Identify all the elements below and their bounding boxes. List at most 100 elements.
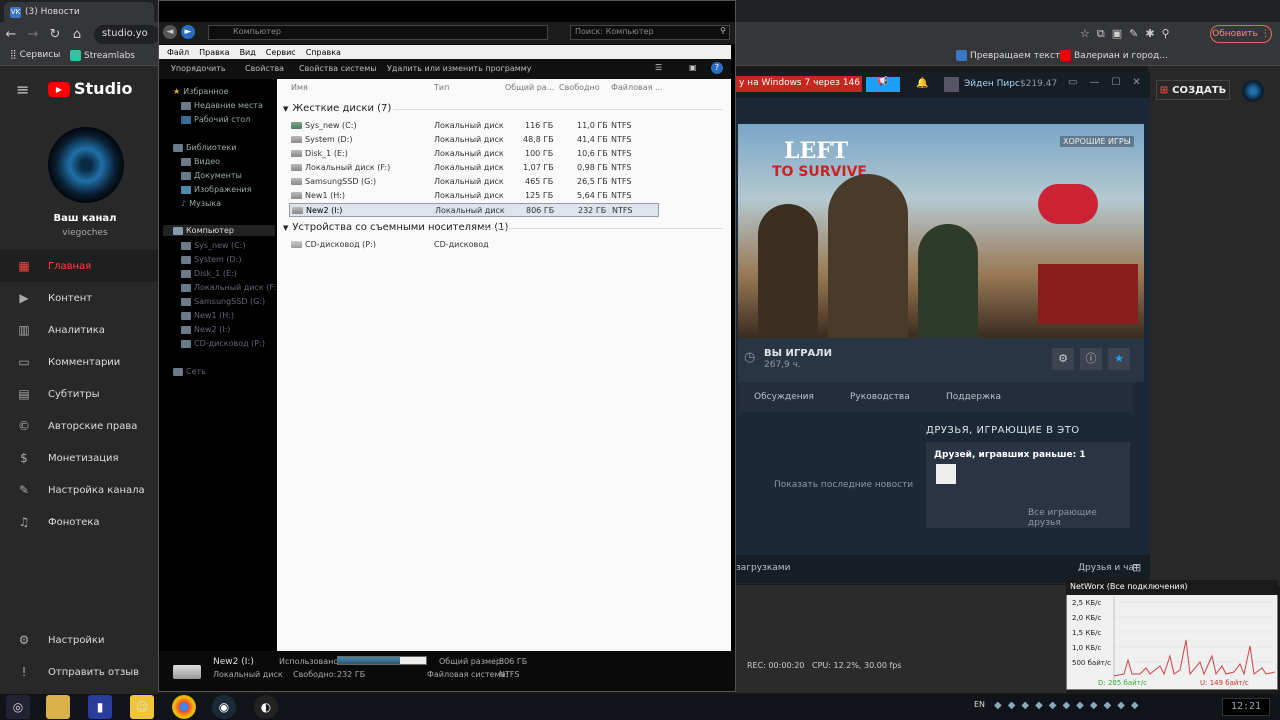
table-row[interactable]: SamsungSSD (G:) Локальный диск 465 ГБ 26,5 …: [289, 175, 659, 189]
nav-content[interactable]: ▶ Контент: [0, 282, 158, 314]
floppy-icon[interactable]: ▮: [88, 695, 112, 719]
tab-support[interactable]: Поддержка: [946, 392, 1001, 402]
show-news-link[interactable]: Показать последние новости: [774, 480, 913, 490]
info-icon[interactable]: ⓘ: [1080, 348, 1102, 370]
steam-user-avatar[interactable]: [944, 77, 959, 92]
nav-drive[interactable]: New2 (I:): [181, 325, 230, 334]
cmd-uninstall[interactable]: Удалить или изменить программу: [387, 64, 532, 73]
menu-help[interactable]: Справка: [306, 48, 341, 57]
chrome-icon[interactable]: [172, 695, 196, 719]
forward-icon[interactable]: →: [22, 27, 44, 42]
bell-icon[interactable]: 🔔: [916, 78, 928, 89]
nav-monetization[interactable]: $ Монетизация: [0, 442, 158, 474]
tab-guides[interactable]: Руководства: [850, 392, 910, 402]
nav-subtitles[interactable]: ▤ Субтитры: [0, 378, 158, 410]
steam-promo-banner[interactable]: у на Windows 7 через 146 дн.: [736, 76, 862, 92]
star-icon[interactable]: ★: [1108, 348, 1130, 370]
col-free[interactable]: Свободно: [559, 83, 600, 92]
nav-music[interactable]: ♪ Музыка: [181, 199, 221, 208]
menu-edit[interactable]: Правка: [199, 48, 229, 57]
downloads-label[interactable]: загрузками: [736, 563, 790, 573]
extension-icons[interactable]: ☆⧉▣✎✱⚲: [1080, 27, 1177, 41]
home-icon[interactable]: ⌂: [66, 27, 88, 42]
table-row[interactable]: System (D:) Локальный диск 48,8 ГБ 41,4 ГБ N…: [289, 133, 659, 147]
col-total[interactable]: Общий ра...: [505, 83, 554, 92]
steam-icon[interactable]: ◉: [212, 695, 236, 719]
back-icon[interactable]: ◄: [163, 25, 177, 39]
chrome-tab[interactable]: VK (3) Новости: [4, 2, 154, 22]
col-fs[interactable]: Файловая ...: [611, 83, 663, 92]
table-row-selected[interactable]: New2 (I:) Локальный диск 806 ГБ 232 ГБ NTFS: [289, 203, 659, 217]
view-options-icon[interactable]: ☰: [655, 63, 662, 72]
all-friends-link[interactable]: Все играющие друзья: [1028, 508, 1130, 528]
nav-drive[interactable]: SamsungSSD (G:): [181, 297, 265, 306]
friend-avatar[interactable]: [936, 464, 956, 484]
bookmark-text[interactable]: Превращаем текст...: [956, 50, 1069, 61]
nav-pictures[interactable]: Изображения: [181, 185, 251, 194]
reload-icon[interactable]: ↻: [44, 27, 66, 42]
nav-analytics[interactable]: ▥ Аналитика: [0, 314, 158, 346]
table-row[interactable]: Локальный диск (F:) Локальный диск 1,07 ГБ…: [289, 161, 659, 175]
bookmark-valerian[interactable]: Валериан и город...: [1060, 50, 1168, 61]
window-controls[interactable]: ▭—☐✕: [1068, 77, 1153, 88]
nav-drive[interactable]: New1 (H:): [181, 311, 234, 320]
tab-discussions[interactable]: Обсуждения: [754, 392, 814, 402]
forward-icon[interactable]: ►: [181, 25, 195, 39]
nav-network[interactable]: Сеть: [173, 367, 206, 376]
nav-recent[interactable]: Недавние места: [181, 101, 263, 110]
nav-dashboard[interactable]: ▦ Главная: [0, 250, 158, 282]
cmd-organize[interactable]: Упорядочить: [171, 64, 226, 73]
start-icon[interactable]: ◎: [6, 695, 30, 719]
channel-avatar[interactable]: [48, 127, 124, 203]
back-icon[interactable]: ←: [0, 27, 22, 42]
group-removable[interactable]: ▼ Устройства со съемными носителями (1): [283, 222, 723, 233]
nav-drive[interactable]: System (D:): [181, 255, 241, 264]
nav-video[interactable]: Видео: [181, 157, 220, 166]
gear-icon[interactable]: ⚙: [1052, 348, 1074, 370]
table-row[interactable]: Sys_new (C:) Локальный диск 116 ГБ 11,0 ГБ N…: [289, 119, 659, 133]
menu-tools[interactable]: Сервис: [266, 48, 296, 57]
col-name[interactable]: Имя: [291, 83, 308, 92]
preview-pane-icon[interactable]: ▣: [689, 63, 697, 72]
explorer-address-bar[interactable]: Компьютер: [208, 25, 548, 40]
tray-icons[interactable]: ◆◆◆◆◆◆◆◆◆◆◆: [994, 700, 1145, 711]
table-row[interactable]: New1 (H:) Локальный диск 125 ГБ 5,64 ГБ NTFS: [289, 189, 659, 203]
table-row[interactable]: CD-дисковод (P:) CD-дисковод: [289, 238, 659, 252]
address-bar[interactable]: studio.yo: [94, 25, 160, 44]
nav-cd-drive[interactable]: CD-дисковод (P:): [181, 339, 265, 348]
add-friend-icon[interactable]: ⊞: [1132, 561, 1141, 574]
bookmark-streamlabs[interactable]: Streamlabs: [70, 50, 135, 61]
nav-comments[interactable]: ▭ Комментарии: [0, 346, 158, 378]
obs-icon[interactable]: ◐: [254, 695, 278, 719]
menu-icon[interactable]: ≡: [16, 80, 29, 99]
nav-drive[interactable]: Sys_new (C:): [181, 241, 246, 250]
update-button[interactable]: Обновить ⋮: [1210, 25, 1272, 43]
nav-favorites[interactable]: ★ Избранное: [173, 87, 229, 96]
help-icon[interactable]: ?: [711, 62, 723, 74]
nav-copyright[interactable]: © Авторские права: [0, 410, 158, 442]
nav-customization[interactable]: ✎ Настройка канала: [0, 474, 158, 506]
smiley-app-icon[interactable]: ☺: [130, 695, 154, 719]
nav-drive[interactable]: Disk_1 (E:): [181, 269, 237, 278]
cmd-system-properties[interactable]: Свойства системы: [299, 64, 377, 73]
nav-documents[interactable]: Документы: [181, 171, 242, 180]
bookmark-apps[interactable]: ⣿ Сервисы: [10, 50, 60, 60]
nav-settings[interactable]: ⚙ Настройки: [0, 624, 158, 656]
table-row[interactable]: Disk_1 (E:) Локальный диск 100 ГБ 10,6 ГБ NT…: [289, 147, 659, 161]
studio-logo-text[interactable]: Studio: [74, 79, 133, 98]
explorer-search[interactable]: Поиск: Компьютер ⚲: [570, 25, 730, 40]
nav-feedback[interactable]: ! Отправить отзыв: [0, 656, 158, 688]
account-avatar[interactable]: [1242, 80, 1264, 102]
steam-username[interactable]: Эйден Пирс: [964, 79, 1020, 89]
cmd-properties[interactable]: Свойства: [245, 64, 284, 73]
folder-icon[interactable]: [46, 695, 70, 719]
group-hdd[interactable]: ▼ Жесткие диски (7): [283, 103, 723, 114]
menu-view[interactable]: Вид: [240, 48, 256, 57]
nav-drive[interactable]: Локальный диск (F:): [181, 283, 279, 292]
nav-audio-library[interactable]: ♫ Фонотека: [0, 506, 158, 538]
menu-file[interactable]: Файл: [167, 48, 189, 57]
nav-libraries[interactable]: Библиотеки: [173, 143, 236, 152]
nav-computer[interactable]: Компьютер: [163, 225, 275, 236]
friends-chat-label[interactable]: Друзья и чат: [1078, 563, 1139, 573]
nav-desktop[interactable]: Рабочий стол: [181, 115, 250, 124]
